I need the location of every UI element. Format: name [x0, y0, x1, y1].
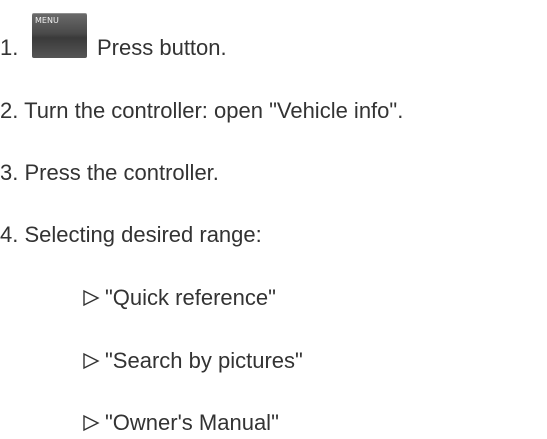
option-label: "Quick reference" — [105, 285, 276, 310]
option-quick-reference: "Quick reference" — [82, 285, 276, 311]
step-2-number: 2. — [0, 98, 19, 123]
menu-button-icon-label: MENU — [35, 16, 59, 25]
page: { "steps": [ { "number": "1.", "text": "… — [0, 0, 547, 439]
option-search-by-pictures: "Search by pictures" — [82, 348, 303, 374]
step-1-number: 1. — [0, 35, 19, 60]
step-4-number: 4. — [0, 222, 19, 247]
option-label: "Search by pictures" — [105, 348, 303, 373]
option-owners-manual: "Owner's Manual" — [82, 410, 279, 436]
option-label: "Owner's Manual" — [105, 410, 279, 435]
step-2: 2. Turn the controller: open "Vehicle in… — [0, 98, 403, 124]
triangle-right-icon — [83, 289, 100, 307]
step-2-text: Turn the controller: open "Vehicle info"… — [24, 98, 404, 123]
step-4: 4. Selecting desired range: — [0, 222, 262, 248]
step-1-text: Press button. — [97, 35, 227, 60]
step-3-number: 3. — [0, 160, 19, 185]
step-3: 3. Press the controller. — [0, 160, 219, 186]
step-3-text: Press the controller. — [24, 160, 219, 185]
step-1: 1. MENU Press button. — [0, 13, 227, 61]
triangle-right-icon — [83, 414, 100, 432]
menu-button-icon: MENU — [32, 13, 87, 58]
step-4-text: Selecting desired range: — [24, 222, 262, 247]
triangle-right-icon — [83, 352, 100, 370]
